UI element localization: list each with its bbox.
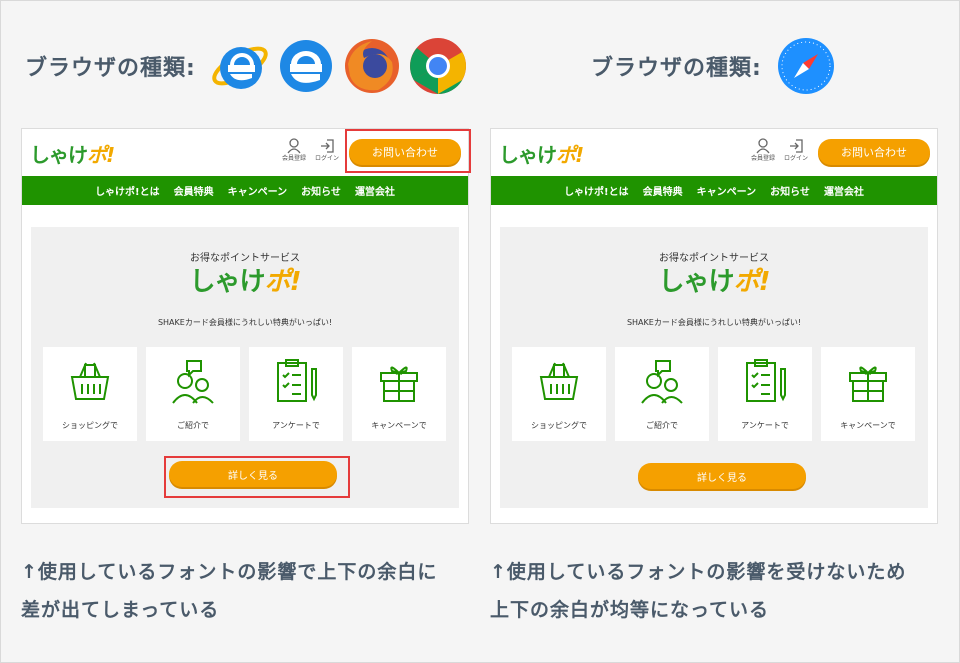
site-header: しゃけポ! 会員登録 ログイン お問い合わせ xyxy=(491,129,937,177)
caption-line: 差が出てしまっている xyxy=(21,599,220,621)
login-icon xyxy=(790,139,803,153)
caption-line: 上下の余白が均等になっている xyxy=(490,599,770,621)
card-label: ショッピングで xyxy=(62,421,118,430)
basket-icon xyxy=(70,362,110,400)
nav-item-news[interactable]: お知らせ xyxy=(301,183,341,198)
site-logo[interactable]: しゃけポ! xyxy=(30,139,115,168)
more-button[interactable]: 詳しく見る xyxy=(638,463,806,489)
nav-item-news[interactable]: お知らせ xyxy=(770,183,810,198)
right-caption: ↑使用しているフォントの影響を受けないため 上下の余白が均等になっている xyxy=(490,553,906,629)
clipboard-icon xyxy=(277,359,317,402)
caption-line: ↑使用しているフォントの影響を受けないため xyxy=(490,561,907,583)
login-icon xyxy=(321,139,334,153)
login-label: ログイン xyxy=(314,155,339,162)
nav-item-about[interactable]: しゃけポ!とは xyxy=(564,183,629,198)
gift-icon xyxy=(849,366,887,402)
points-section: お得なポイントサービス しゃけポ! SHAKEカード会員様にうれしい特典がいっぱ… xyxy=(500,227,928,508)
main-nav: しゃけポ!とは 会員特典 キャンペーン お知らせ 運営会社 xyxy=(491,176,937,205)
card-label: キャンペーンで xyxy=(371,421,427,430)
benefit-card-shopping[interactable]: ショッピングで xyxy=(512,347,606,441)
person-icon xyxy=(287,138,301,154)
nav-item-campaign[interactable]: キャンペーン xyxy=(697,183,757,198)
nav-item-company[interactable]: 運営会社 xyxy=(824,183,864,198)
benefit-card-referral[interactable]: ご紹介で xyxy=(146,347,240,441)
people-icon xyxy=(641,360,683,404)
member-label: 会員登録 xyxy=(281,155,306,162)
section-logo: しゃけポ! xyxy=(189,267,302,297)
card-label: アンケートで xyxy=(272,421,320,430)
caption-line: ↑使用しているフォントの影響で上下の余白に xyxy=(21,561,438,583)
nav-item-campaign[interactable]: キャンペーン xyxy=(228,183,288,198)
benefit-card-shopping[interactable]: ショッピングで xyxy=(43,347,137,441)
nav-item-company[interactable]: 運営会社 xyxy=(355,183,395,198)
member-register-link[interactable]: 会員登録 xyxy=(277,138,311,162)
firefox-icon xyxy=(342,36,402,96)
person-icon xyxy=(756,138,770,154)
clipboard-icon xyxy=(746,359,786,402)
comparison-figure: ブラウザの種類: ブラウザの種類: しゃけポ! 会員登録 ログイン お問い合わせ… xyxy=(0,0,960,663)
basket-icon xyxy=(539,362,579,400)
card-label: ご紹介で xyxy=(177,421,209,430)
contact-button[interactable]: お問い合わせ xyxy=(818,139,930,165)
nav-item-benefits[interactable]: 会員特典 xyxy=(174,183,214,198)
internet-explorer-icon xyxy=(210,36,270,96)
benefit-card-campaign[interactable]: キャンペーンで xyxy=(352,347,446,441)
site-logo[interactable]: しゃけポ! xyxy=(499,139,584,168)
member-label: 会員登録 xyxy=(750,155,775,162)
gift-icon xyxy=(380,366,418,402)
login-label: ログイン xyxy=(783,155,808,162)
card-label: キャンペーンで xyxy=(840,421,896,430)
left-caption: ↑使用しているフォントの影響で上下の余白に 差が出てしまっている xyxy=(21,553,437,629)
safari-icon xyxy=(776,36,836,96)
browser-label: ブラウザの種類: xyxy=(25,56,196,81)
section-logo: しゃけポ! xyxy=(658,267,771,297)
browser-label: ブラウザの種類: xyxy=(591,56,762,81)
right-site-mockup: しゃけポ! 会員登録 ログイン お問い合わせ しゃけポ!とは 会員特典 キャンペ… xyxy=(490,128,938,524)
section-tagline: SHAKEカード会員様にうれしい特典がいっぱい! xyxy=(157,318,333,327)
edge-icon xyxy=(276,36,336,96)
people-icon xyxy=(172,360,214,404)
main-nav: しゃけポ!とは 会員特典 キャンペーン お知らせ 運営会社 xyxy=(22,176,468,205)
benefit-card-referral[interactable]: ご紹介で xyxy=(615,347,709,441)
highlight-box-contact xyxy=(345,129,471,173)
card-label: ご紹介で xyxy=(646,421,678,430)
chrome-icon xyxy=(408,36,468,96)
login-link[interactable]: ログイン xyxy=(310,138,344,162)
right-browser-row: ブラウザの種類: xyxy=(591,31,836,101)
benefit-card-survey[interactable]: アンケートで xyxy=(249,347,343,441)
card-label: ショッピングで xyxy=(531,421,587,430)
benefit-card-campaign[interactable]: キャンペーンで xyxy=(821,347,915,441)
highlight-box-more xyxy=(164,456,350,498)
section-tagline: SHAKEカード会員様にうれしい特典がいっぱい! xyxy=(626,318,802,327)
benefit-card-survey[interactable]: アンケートで xyxy=(718,347,812,441)
left-site-mockup: しゃけポ! 会員登録 ログイン お問い合わせ しゃけポ!とは 会員特典 キャンペ… xyxy=(21,128,471,524)
member-register-link[interactable]: 会員登録 xyxy=(746,138,780,162)
left-browser-row: ブラウザの種類: xyxy=(25,31,468,101)
login-link[interactable]: ログイン xyxy=(779,138,813,162)
nav-item-about[interactable]: しゃけポ!とは xyxy=(95,183,160,198)
card-label: アンケートで xyxy=(741,421,789,430)
nav-item-benefits[interactable]: 会員特典 xyxy=(643,183,683,198)
